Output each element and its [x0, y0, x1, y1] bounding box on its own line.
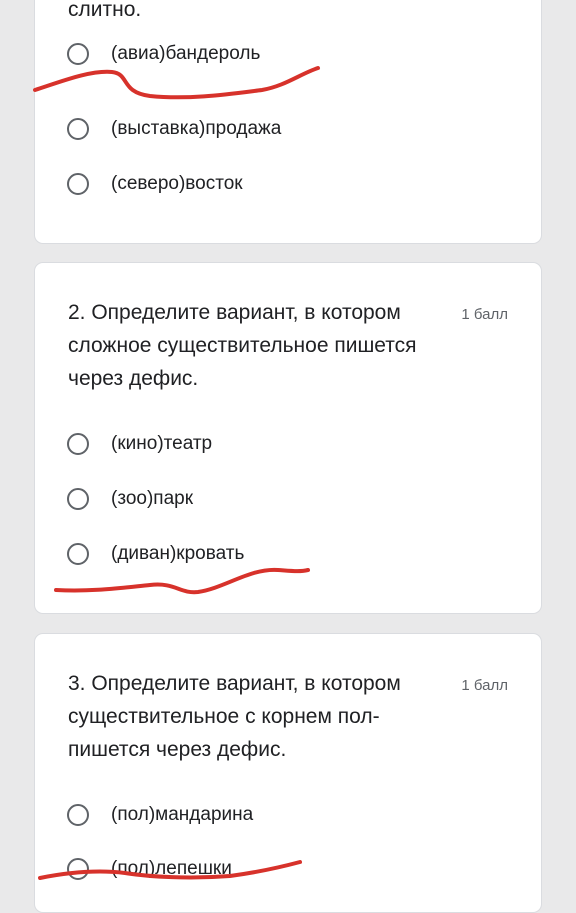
- radio-icon[interactable]: [67, 804, 89, 826]
- option-zoopark[interactable]: (зоо)парк: [67, 484, 193, 514]
- question-card-3: 3. Определите вариант, в котором существ…: [34, 633, 542, 913]
- radio-icon[interactable]: [67, 488, 89, 510]
- option-label: (северо)восток: [111, 173, 243, 194]
- option-label: (кино)театр: [111, 433, 213, 454]
- radio-icon[interactable]: [67, 173, 89, 195]
- question-2-points: 1 балл: [461, 306, 508, 323]
- question-3-text: 3. Определите вариант, в котором существ…: [68, 672, 401, 761]
- radio-icon[interactable]: [67, 118, 89, 140]
- option-label: (авиа)бандероль: [111, 43, 261, 64]
- option-label: (пол)лепешки: [111, 858, 232, 879]
- option-label: (пол)мандарина: [111, 804, 254, 825]
- option-polmandarina[interactable]: (пол)мандарина: [67, 800, 253, 830]
- radio-icon[interactable]: [67, 43, 89, 65]
- option-vystavka-prodazha[interactable]: (выставка)продажа: [67, 114, 281, 144]
- option-label: (зоо)парк: [111, 488, 194, 509]
- question-1-text-tail: слитно.: [68, 0, 142, 21]
- option-kinoteatr[interactable]: (кино)театр: [67, 429, 212, 459]
- radio-icon[interactable]: [67, 433, 89, 455]
- option-label: (выставка)продажа: [111, 118, 282, 139]
- option-divan-krovat[interactable]: (диван)кровать: [67, 539, 244, 569]
- option-severo-vostok[interactable]: (северо)восток: [67, 169, 243, 199]
- question-2-text: 2. Определите вариант, в котором сложное…: [68, 301, 417, 390]
- question-card-2: 2. Определите вариант, в котором сложное…: [34, 262, 542, 614]
- radio-icon[interactable]: [67, 858, 89, 880]
- option-label: (диван)кровать: [111, 543, 245, 564]
- option-aviabanderol[interactable]: (авиа)бандероль: [67, 39, 260, 69]
- question-3-points: 1 балл: [461, 677, 508, 694]
- question-card-1: слитно. (авиа)бандероль (выставка)продаж…: [34, 0, 542, 244]
- radio-icon[interactable]: [67, 543, 89, 565]
